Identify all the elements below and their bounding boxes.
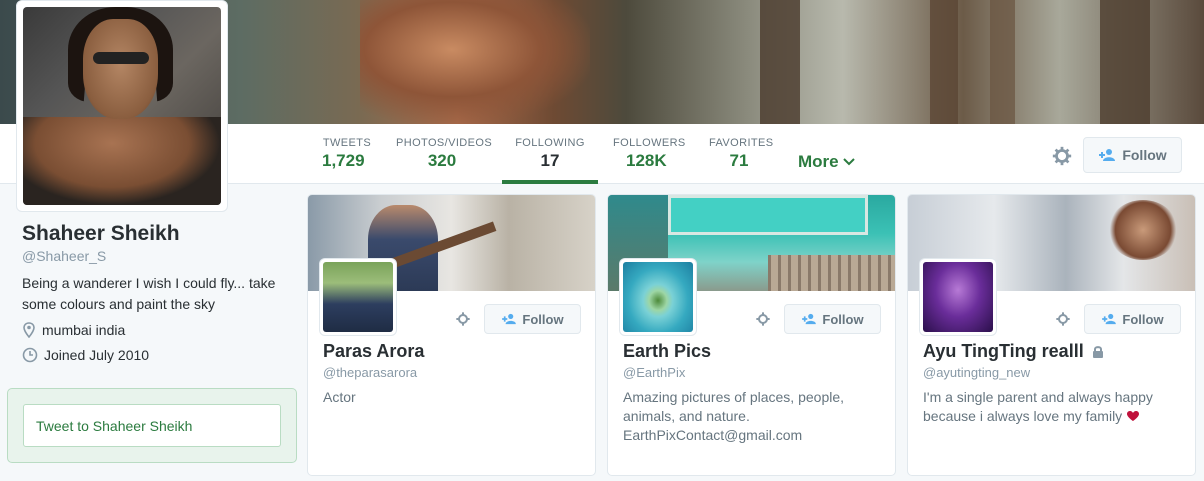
- stat-value: 128K: [626, 151, 667, 170]
- stat-value: 320: [427, 151, 457, 170]
- stat-value: 1,729: [322, 151, 365, 170]
- add-user-icon: [502, 313, 517, 325]
- user-card[interactable]: Follow Earth Pics @EarthPix Amazing pict…: [607, 194, 896, 476]
- card-bio: I'm a single parent and always happy bec…: [923, 388, 1185, 426]
- profile-avatar[interactable]: [16, 0, 228, 212]
- heart-icon: [1127, 411, 1140, 421]
- profile-location: mumbai india: [22, 322, 125, 338]
- chevron-down-icon: [842, 158, 855, 166]
- follow-label: Follow: [822, 311, 864, 327]
- follow-button[interactable]: Follow: [1084, 304, 1181, 334]
- card-avatar[interactable]: [620, 259, 696, 335]
- card-name-text: Ayu TingTing realll: [923, 341, 1084, 361]
- card-handle[interactable]: @EarthPix: [623, 365, 685, 380]
- more-menu[interactable]: More: [798, 152, 855, 172]
- add-user-icon: [1102, 313, 1117, 325]
- location-text: mumbai india: [42, 322, 126, 338]
- nav-photos-videos[interactable]: PHOTOS/VIDEOS 320: [396, 124, 493, 184]
- nav-tweets[interactable]: TWEETS 1,729: [322, 124, 372, 184]
- gear-icon[interactable]: [755, 311, 771, 327]
- location-pin-icon: [23, 322, 35, 338]
- joined-text: Joined July 2010: [44, 347, 150, 363]
- lock-icon: [1092, 346, 1103, 358]
- card-bio-text: I'm a single parent and always happy bec…: [923, 389, 1153, 424]
- tweet-to-button[interactable]: Tweet to Shaheer Sheikh: [23, 404, 281, 447]
- user-card[interactable]: Follow Ayu TingTing realll @ayutingting_…: [907, 194, 1196, 476]
- add-user-icon: [1099, 149, 1116, 161]
- nav-following[interactable]: FOLLOWING 17: [502, 124, 598, 184]
- profile-page: TWEETS 1,729 PHOTOS/VIDEOS 320 FOLLOWING…: [0, 0, 1204, 481]
- follow-label: Follow: [1122, 311, 1164, 327]
- gear-icon[interactable]: [1055, 311, 1071, 327]
- stat-label: TWEETS: [322, 137, 372, 149]
- profile-bio: Being a wanderer I wish I could fly... t…: [22, 275, 276, 312]
- nav-followers[interactable]: FOLLOWERS 128K: [613, 124, 686, 184]
- card-name-text: Paras Arora: [323, 341, 425, 361]
- card-avatar[interactable]: [920, 259, 996, 335]
- gear-icon[interactable]: [1051, 145, 1073, 167]
- add-user-icon: [802, 313, 817, 325]
- stat-value: 17: [540, 151, 560, 170]
- card-handle[interactable]: @theparasarora: [323, 365, 417, 380]
- card-name[interactable]: Ayu TingTing realll: [923, 341, 1104, 362]
- card-name[interactable]: Earth Pics: [623, 341, 711, 362]
- gear-icon[interactable]: [455, 311, 471, 327]
- profile-handle[interactable]: @Shaheer_S: [22, 248, 106, 264]
- card-avatar[interactable]: [320, 259, 396, 335]
- follow-button[interactable]: Follow: [484, 304, 581, 334]
- follow-label: Follow: [1122, 147, 1167, 163]
- follow-button[interactable]: Follow: [784, 304, 881, 334]
- card-handle[interactable]: @ayutingting_new: [923, 365, 1030, 380]
- stat-value: 71: [729, 151, 749, 170]
- stat-label: FAVORITES: [709, 137, 774, 149]
- stat-label: FOLLOWERS: [613, 137, 686, 149]
- calendar-icon: [22, 347, 38, 363]
- user-card[interactable]: Follow Paras Arora @theparasarora Actor: [307, 194, 596, 476]
- card-bio: Actor: [323, 389, 356, 405]
- stat-label: PHOTOS/VIDEOS: [396, 137, 493, 149]
- tweet-to-box: Tweet to Shaheer Sheikh: [7, 388, 297, 463]
- card-name-text: Earth Pics: [623, 341, 712, 361]
- profile-joined: Joined July 2010: [22, 347, 149, 363]
- follow-button[interactable]: Follow: [1083, 137, 1182, 173]
- card-bio: Amazing pictures of places, people, anim…: [623, 389, 845, 443]
- card-name[interactable]: Paras Arora: [323, 341, 424, 362]
- follow-label: Follow: [522, 311, 564, 327]
- nav-favorites[interactable]: FAVORITES 71: [709, 124, 774, 184]
- profile-name[interactable]: Shaheer Sheikh: [22, 222, 180, 246]
- more-label: More: [798, 152, 839, 171]
- stat-label: FOLLOWING: [515, 137, 585, 149]
